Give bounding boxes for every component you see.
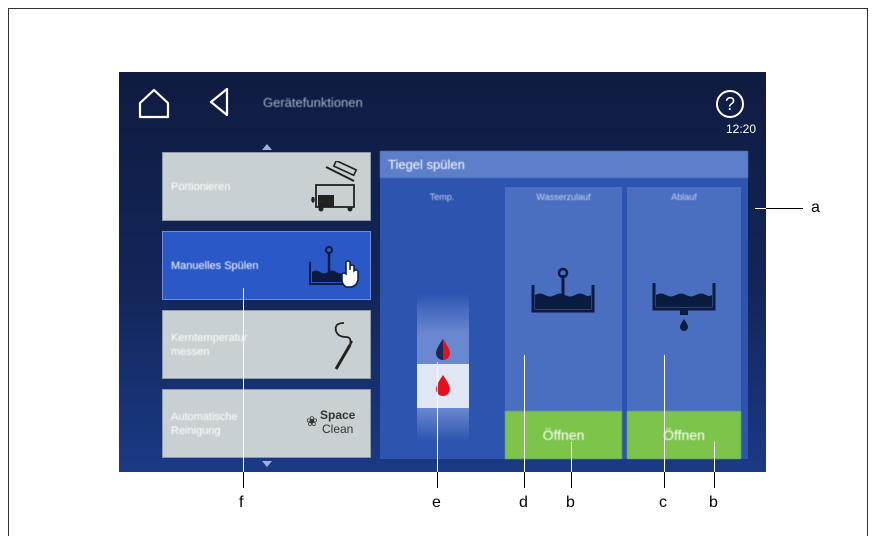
sidebar-item-automatische-reinigung[interactable]: Automatische Reinigung ❀ Space Clean <box>162 389 371 458</box>
sidebar-item-label: Kerntemperatur messen <box>171 331 248 358</box>
callout-line-b2 <box>714 442 715 472</box>
callout-a: a <box>811 199 820 216</box>
sidebar-item-manuelles-spuelen[interactable]: Manuelles Spülen <box>162 231 371 300</box>
water-inlet-icon <box>531 267 595 313</box>
rinse-panel: Tiegel spülen Temp. Wasserzulauf Öffnen … <box>380 151 748 459</box>
device-screen: Gerätefunktionen ? 12:20 Portionieren Ma… <box>119 72 766 472</box>
sidebar-item-label: Automatische Reinigung <box>171 410 238 437</box>
drain-label: Ablauf <box>671 192 697 202</box>
spaceclean-logo-line1: Space <box>320 408 356 422</box>
drain-open-button[interactable]: Öffnen <box>627 411 741 459</box>
callout-line-c <box>664 355 665 472</box>
clock: 12:20 <box>725 122 756 136</box>
water-inlet-open-button[interactable]: Öffnen <box>505 411 622 459</box>
callout-line-a-inner <box>755 208 766 209</box>
callout-line-d <box>524 355 525 472</box>
callout-b-1: b <box>566 494 575 511</box>
water-inlet-column: Wasserzulauf Öffnen <box>505 187 622 459</box>
spaceclean-swirl-icon: ❀ <box>306 413 318 429</box>
callout-line-d-outer <box>524 472 525 488</box>
temp-option-mixed[interactable] <box>417 334 469 364</box>
sidebar-item-portionieren[interactable]: Portionieren <box>162 152 371 221</box>
temp-option-hot[interactable] <box>417 364 469 408</box>
temp-selector[interactable] <box>417 294 469 441</box>
callout-e: e <box>432 494 441 511</box>
core-probe-icon <box>306 319 362 371</box>
callout-line-c-outer <box>664 472 665 488</box>
help-glyph: ? <box>724 94 735 114</box>
help-icon[interactable]: ? <box>715 89 745 124</box>
callout-line-b2-outer <box>714 472 715 488</box>
temp-column: Temp. <box>386 187 498 459</box>
spaceclean-icon: ❀ Space Clean <box>306 398 362 450</box>
sidebar-item-kerntemperatur[interactable]: Kerntemperatur messen <box>162 310 371 379</box>
callout-line-f-outer <box>243 472 244 488</box>
callout-line-e-outer <box>437 472 438 488</box>
spaceclean-logo-line2: Clean <box>322 422 354 436</box>
callout-line-f <box>243 288 244 472</box>
callout-line-b1 <box>571 442 572 472</box>
manual-rinse-icon <box>306 240 362 292</box>
portioning-icon <box>306 159 362 213</box>
callout-line-e <box>437 362 438 472</box>
callout-line-a <box>766 208 803 209</box>
callout-c: c <box>659 494 667 511</box>
callout-b-2: b <box>709 494 718 511</box>
sidebar-item-label: Portionieren <box>171 180 231 193</box>
scroll-down-icon[interactable] <box>262 461 272 467</box>
page-title: Gerätefunktionen <box>263 95 363 110</box>
panel-title: Tiegel spülen <box>380 151 748 178</box>
drain-icon <box>652 283 716 331</box>
drain-column: Ablauf Öffnen <box>627 187 741 459</box>
water-inlet-label: Wasserzulauf <box>536 192 591 202</box>
callout-d: d <box>519 494 528 511</box>
temp-label: Temp. <box>429 192 455 202</box>
sidebar-item-label: Manuelles Spülen <box>171 259 259 272</box>
callout-line-b1-outer <box>571 472 572 488</box>
home-icon[interactable] <box>137 86 171 125</box>
back-icon[interactable] <box>207 86 231 123</box>
scroll-up-icon[interactable] <box>262 144 272 150</box>
callout-f: f <box>239 494 244 511</box>
